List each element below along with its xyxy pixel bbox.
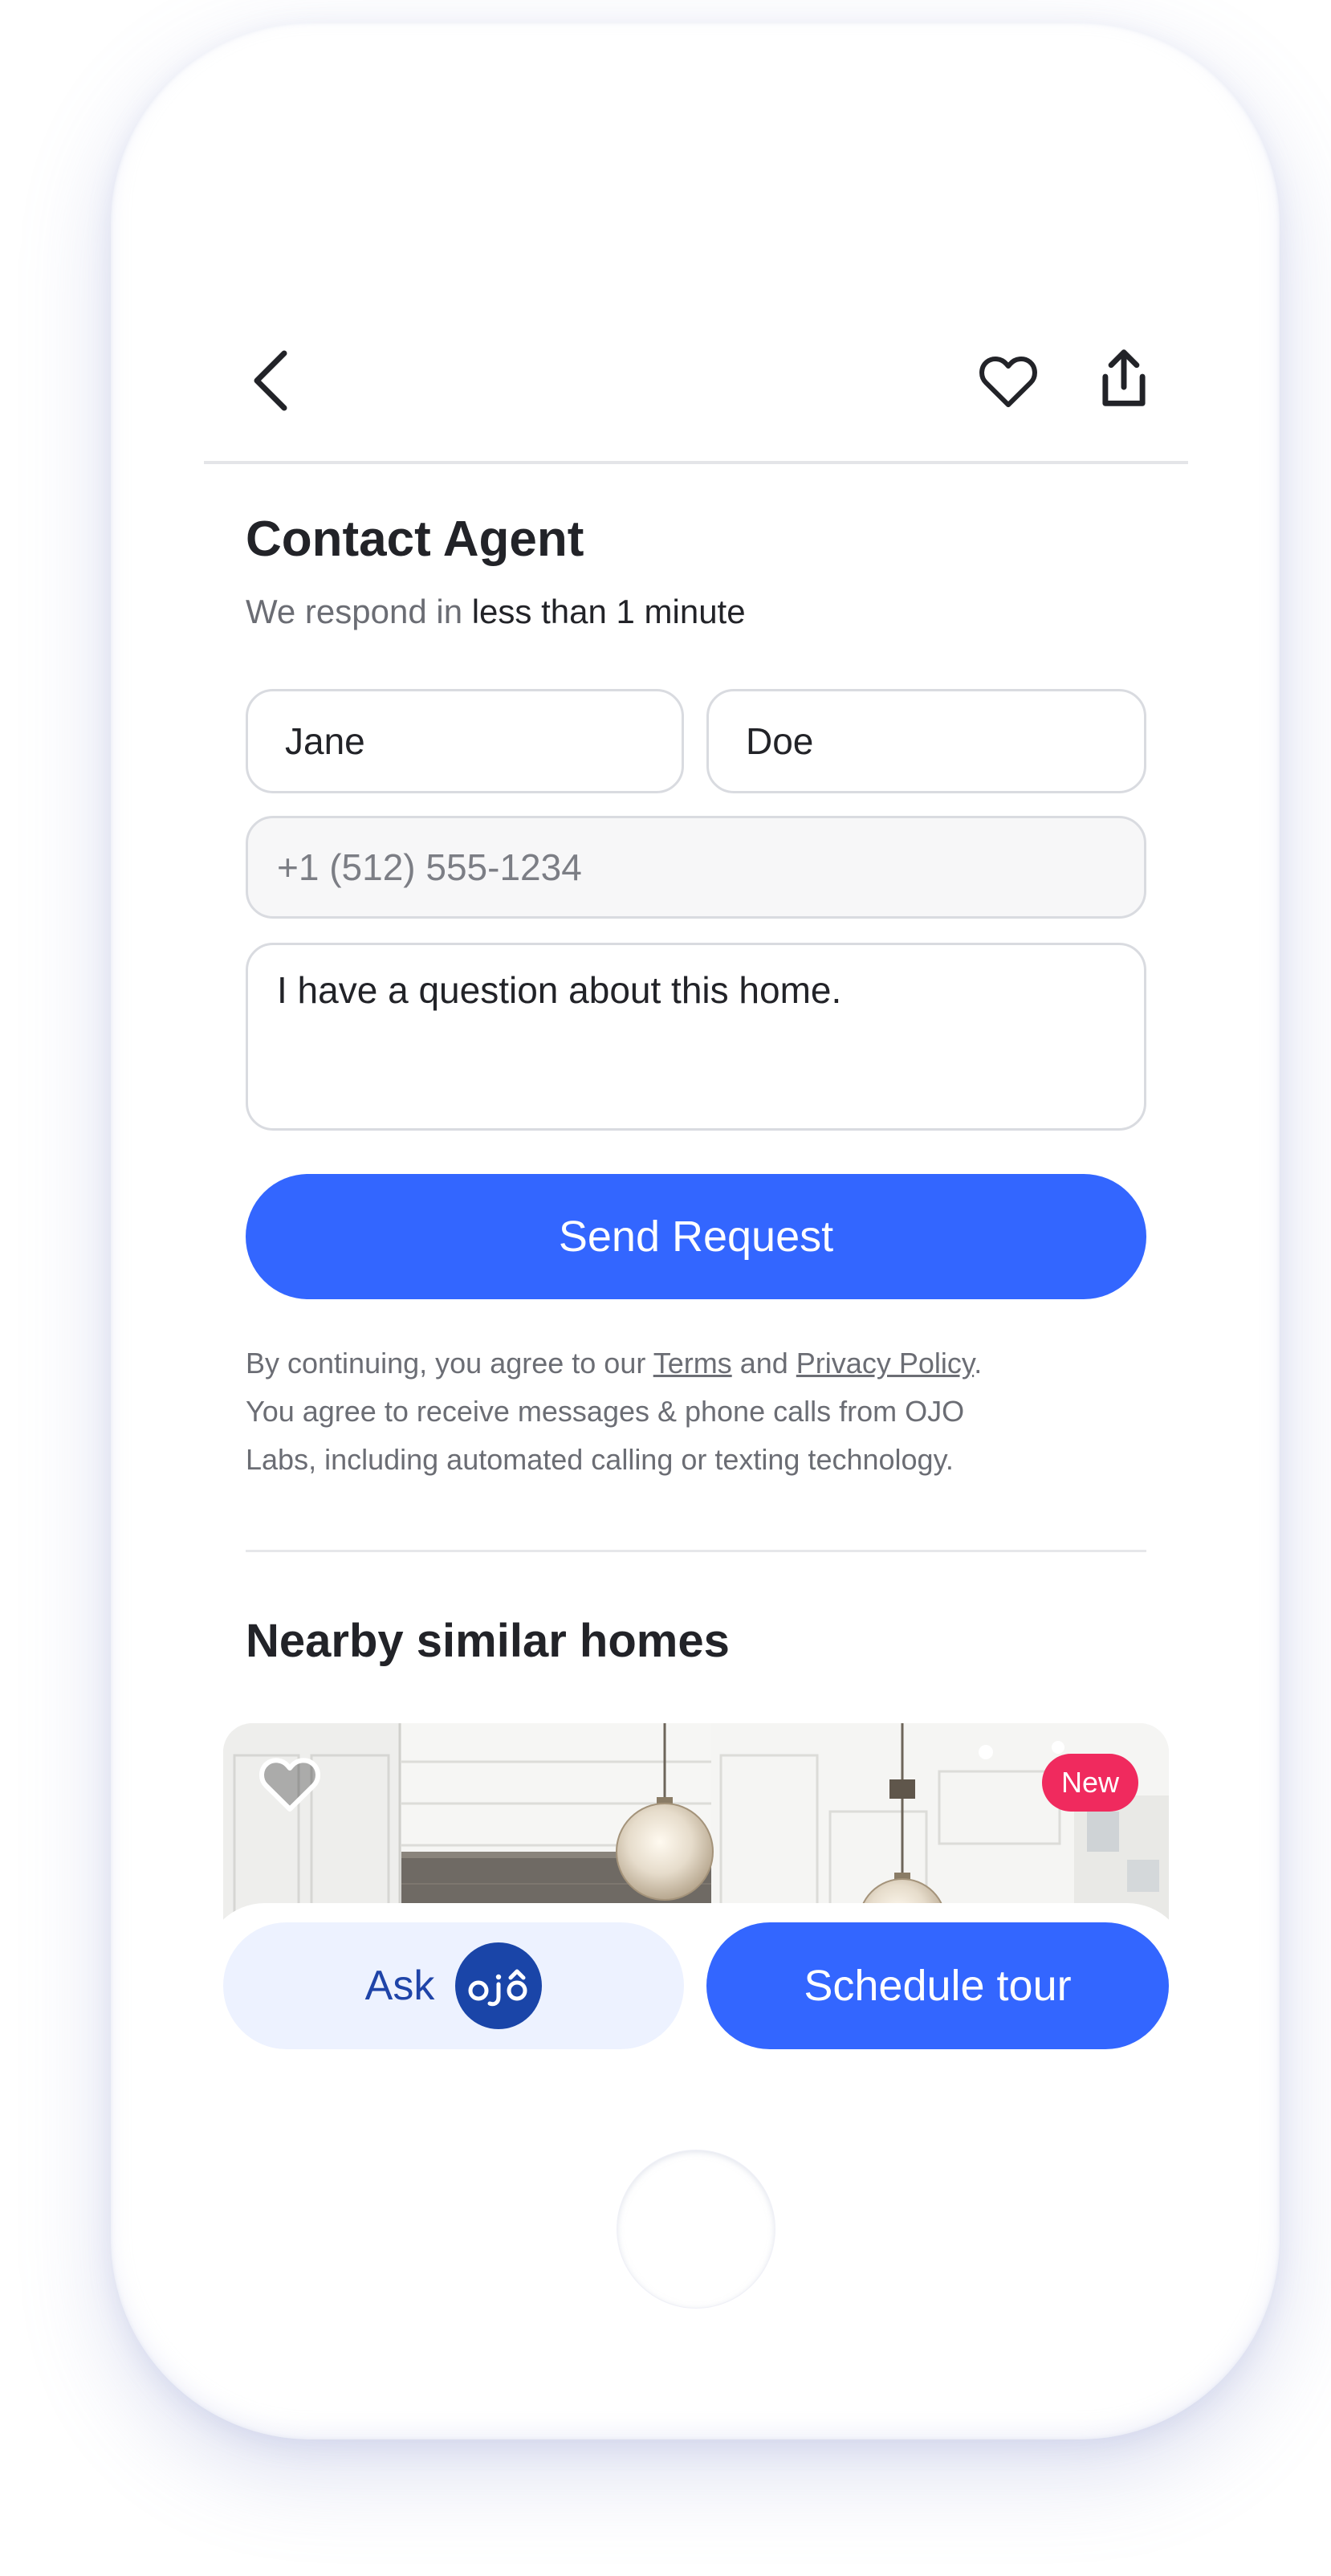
chevron-left-icon <box>254 350 287 411</box>
schedule-tour-button[interactable]: Schedule tour <box>706 1922 1169 2049</box>
share-button[interactable] <box>1089 340 1159 418</box>
share-icon <box>1102 349 1146 406</box>
section-divider <box>246 1550 1146 1552</box>
listing-favorite-button[interactable] <box>254 1747 326 1820</box>
response-time-value: less than 1 minute <box>471 593 746 630</box>
privacy-policy-link[interactable]: Privacy Policy <box>796 1347 974 1380</box>
ask-button[interactable]: Ask <box>223 1922 684 2049</box>
ojo-logo-icon <box>455 1942 543 2029</box>
heart-icon <box>258 1758 321 1812</box>
legal-period: . <box>974 1347 983 1380</box>
legal-line-2: You agree to receive messages & phone ca… <box>246 1395 965 1428</box>
ask-label: Ask <box>364 1963 435 2009</box>
legal-disclaimer: By continuing, you agree to our Terms an… <box>246 1339 1177 1484</box>
legal-and: and <box>739 1347 788 1380</box>
back-button[interactable] <box>238 344 302 418</box>
response-time-text: We respond in less than 1 minute <box>246 593 746 631</box>
last-name-field[interactable] <box>706 689 1146 793</box>
send-request-button[interactable]: Send Request <box>246 1174 1146 1299</box>
new-badge: New <box>1041 1754 1138 1812</box>
message-field[interactable]: I have a question about this home. <box>246 943 1146 1131</box>
legal-line-1: By continuing, you agree to our Terms an… <box>246 1339 1177 1388</box>
header-divider <box>204 461 1188 464</box>
heart-outline-icon <box>979 357 1037 408</box>
legal-line-3: Labs, including automated calling or tex… <box>246 1443 954 1476</box>
response-time-prefix: We respond in <box>246 593 463 630</box>
page-title: Contact Agent <box>246 512 584 567</box>
terms-link[interactable]: Terms <box>653 1347 732 1380</box>
legal-prefix: By continuing, you agree to our <box>246 1347 646 1380</box>
first-name-field[interactable] <box>246 689 684 793</box>
favorite-button[interactable] <box>973 344 1044 418</box>
home-button[interactable] <box>617 2150 775 2308</box>
phone-field[interactable] <box>246 816 1146 919</box>
nearby-homes-title: Nearby similar homes <box>246 1615 730 1667</box>
